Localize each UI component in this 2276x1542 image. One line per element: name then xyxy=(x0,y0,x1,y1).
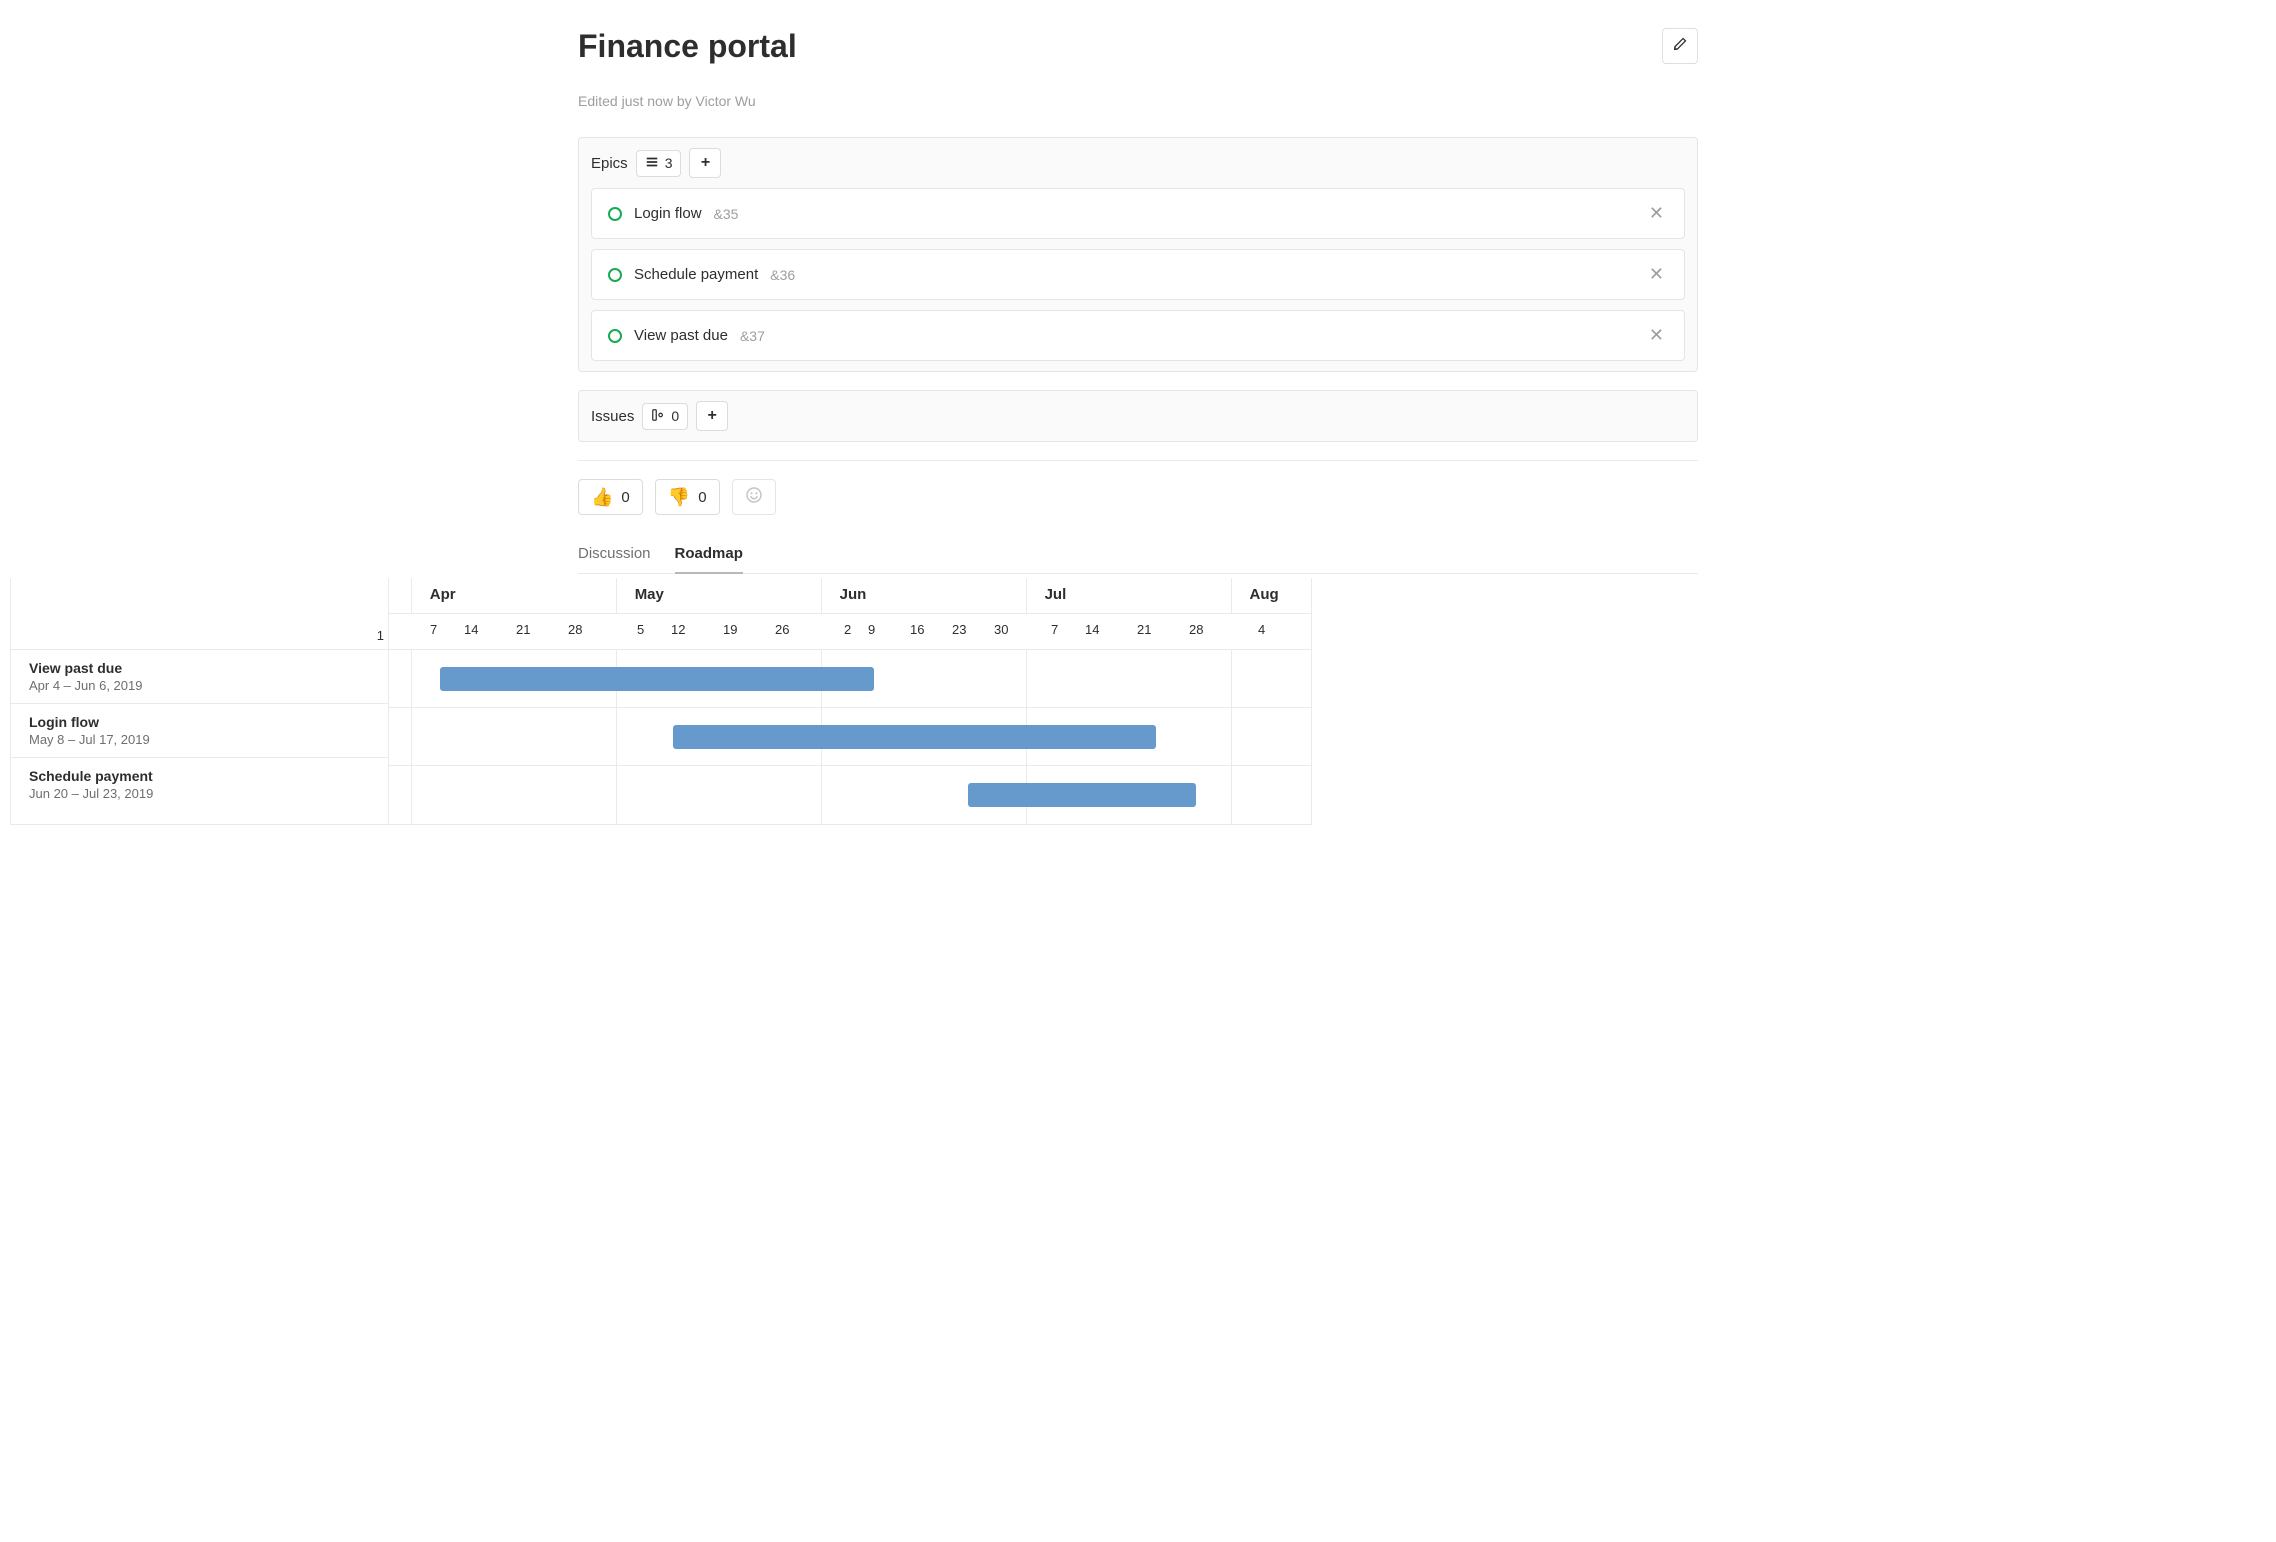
remove-epic-button[interactable]: ✕ xyxy=(1645,264,1668,285)
roadmap-row-dates: May 8 – Jul 17, 2019 xyxy=(29,732,370,747)
issues-count: 0 xyxy=(671,408,679,424)
week-label: 5 xyxy=(619,614,671,649)
thumbs-down-button[interactable]: 👎 0 xyxy=(655,479,720,515)
tabs: Discussion Roadmap xyxy=(578,537,1698,574)
roadmap-row-title: View past due xyxy=(29,660,370,676)
week-label: 28 xyxy=(1189,614,1240,649)
roadmap-timeline[interactable]: Apr May Jun Jul Aug 7 14 21 28 5 12 19 2… xyxy=(389,578,1311,824)
week-label: 9 xyxy=(868,614,910,649)
week-label: 16 xyxy=(910,614,952,649)
epics-panel: Epics 3 + Login flow &35 ✕ xyxy=(578,137,1698,372)
issues-count-badge[interactable]: 0 xyxy=(642,403,688,430)
week-label: 7 xyxy=(1033,614,1085,649)
thumbs-down-count: 0 xyxy=(698,489,706,506)
week-label: 30 xyxy=(994,614,1033,649)
epic-ref: &37 xyxy=(740,328,765,344)
month-label: Aug xyxy=(1232,578,1311,614)
smiley-icon xyxy=(745,486,763,509)
epic-title: Schedule payment xyxy=(634,266,758,283)
roadmap-bar-row xyxy=(389,766,1311,824)
roadmap-weeks-header: 7 14 21 28 5 12 19 26 2 9 16 23 30 7 14 … xyxy=(389,614,1311,650)
roadmap-row-label[interactable]: Schedule payment Jun 20 – Jul 23, 2019 xyxy=(11,758,388,811)
epics-count: 3 xyxy=(665,155,673,171)
week-label: 26 xyxy=(775,614,826,649)
close-icon: ✕ xyxy=(1649,203,1664,223)
add-issue-button[interactable]: + xyxy=(696,401,728,431)
epic-item[interactable]: Schedule payment &36 ✕ xyxy=(591,249,1685,300)
epics-count-badge[interactable]: 3 xyxy=(636,150,682,177)
roadmap-months-header: Apr May Jun Jul Aug xyxy=(389,578,1311,614)
roadmap-row-title: Schedule payment xyxy=(29,768,370,784)
add-epic-button[interactable]: + xyxy=(689,148,721,178)
tab-discussion[interactable]: Discussion xyxy=(578,537,651,573)
month-label: May xyxy=(617,578,822,614)
close-icon: ✕ xyxy=(1649,325,1664,345)
week-label: 23 xyxy=(952,614,994,649)
remove-epic-button[interactable]: ✕ xyxy=(1645,325,1668,346)
roadmap-row-label[interactable]: View past due Apr 4 – Jun 6, 2019 xyxy=(11,650,388,704)
epic-item[interactable]: Login flow &35 ✕ xyxy=(591,188,1685,239)
page-title: Finance portal xyxy=(578,28,797,65)
roadmap-bar[interactable] xyxy=(673,725,1156,749)
epic-title: Login flow xyxy=(634,205,702,222)
thumbs-down-icon: 👎 xyxy=(668,487,690,508)
edit-button[interactable] xyxy=(1662,28,1698,64)
plus-icon: + xyxy=(707,407,716,425)
roadmap-bar[interactable] xyxy=(968,783,1196,807)
week-label: 21 xyxy=(516,614,568,649)
remove-epic-button[interactable]: ✕ xyxy=(1645,203,1668,224)
week-label: 4 xyxy=(1240,614,1280,649)
status-open-icon xyxy=(608,268,622,282)
month-label: Jun xyxy=(822,578,1027,614)
status-open-icon xyxy=(608,329,622,343)
thumbs-up-icon: 👍 xyxy=(591,487,613,508)
issues-panel: Issues 0 + xyxy=(578,390,1698,442)
roadmap-bar-row xyxy=(389,650,1311,708)
roadmap-leading-day: 1 xyxy=(377,628,384,643)
week-label: 19 xyxy=(723,614,775,649)
roadmap-row-label[interactable]: Login flow May 8 – Jul 17, 2019 xyxy=(11,704,388,758)
epic-item[interactable]: View past due &37 ✕ xyxy=(591,310,1685,361)
close-icon: ✕ xyxy=(1649,264,1664,284)
epic-ref: &36 xyxy=(770,267,795,283)
roadmap-row-dates: Jun 20 – Jul 23, 2019 xyxy=(29,786,370,801)
roadmap-bar-row xyxy=(389,708,1311,766)
roadmap: 1 View past due Apr 4 – Jun 6, 2019 Logi… xyxy=(10,578,1312,825)
month-label: Apr xyxy=(412,578,617,614)
divider xyxy=(578,460,1698,461)
tab-roadmap[interactable]: Roadmap xyxy=(675,537,743,574)
add-reaction-button[interactable] xyxy=(732,479,776,515)
roadmap-row-title: Login flow xyxy=(29,714,370,730)
status-open-icon xyxy=(608,207,622,221)
roadmap-bar[interactable] xyxy=(440,667,874,691)
thumbs-up-count: 0 xyxy=(621,489,629,506)
week-label: 21 xyxy=(1137,614,1189,649)
thumbs-up-button[interactable]: 👍 0 xyxy=(578,479,643,515)
plus-icon: + xyxy=(701,154,710,172)
epic-title: View past due xyxy=(634,327,728,344)
issues-label: Issues xyxy=(591,408,634,425)
month-label: Jul xyxy=(1027,578,1232,614)
issue-icon xyxy=(651,408,665,425)
epic-icon xyxy=(645,155,659,172)
epics-label: Epics xyxy=(591,155,628,172)
roadmap-sidebar: 1 View past due Apr 4 – Jun 6, 2019 Logi… xyxy=(11,578,389,824)
week-label: 14 xyxy=(464,614,516,649)
pencil-icon xyxy=(1672,36,1688,57)
week-label: 12 xyxy=(671,614,723,649)
week-label: 14 xyxy=(1085,614,1137,649)
epic-ref: &35 xyxy=(714,206,739,222)
week-label: 7 xyxy=(412,614,464,649)
week-label: 2 xyxy=(826,614,868,649)
edited-by-text: Edited just now by Victor Wu xyxy=(578,93,1698,109)
roadmap-row-dates: Apr 4 – Jun 6, 2019 xyxy=(29,678,370,693)
week-label: 28 xyxy=(568,614,619,649)
